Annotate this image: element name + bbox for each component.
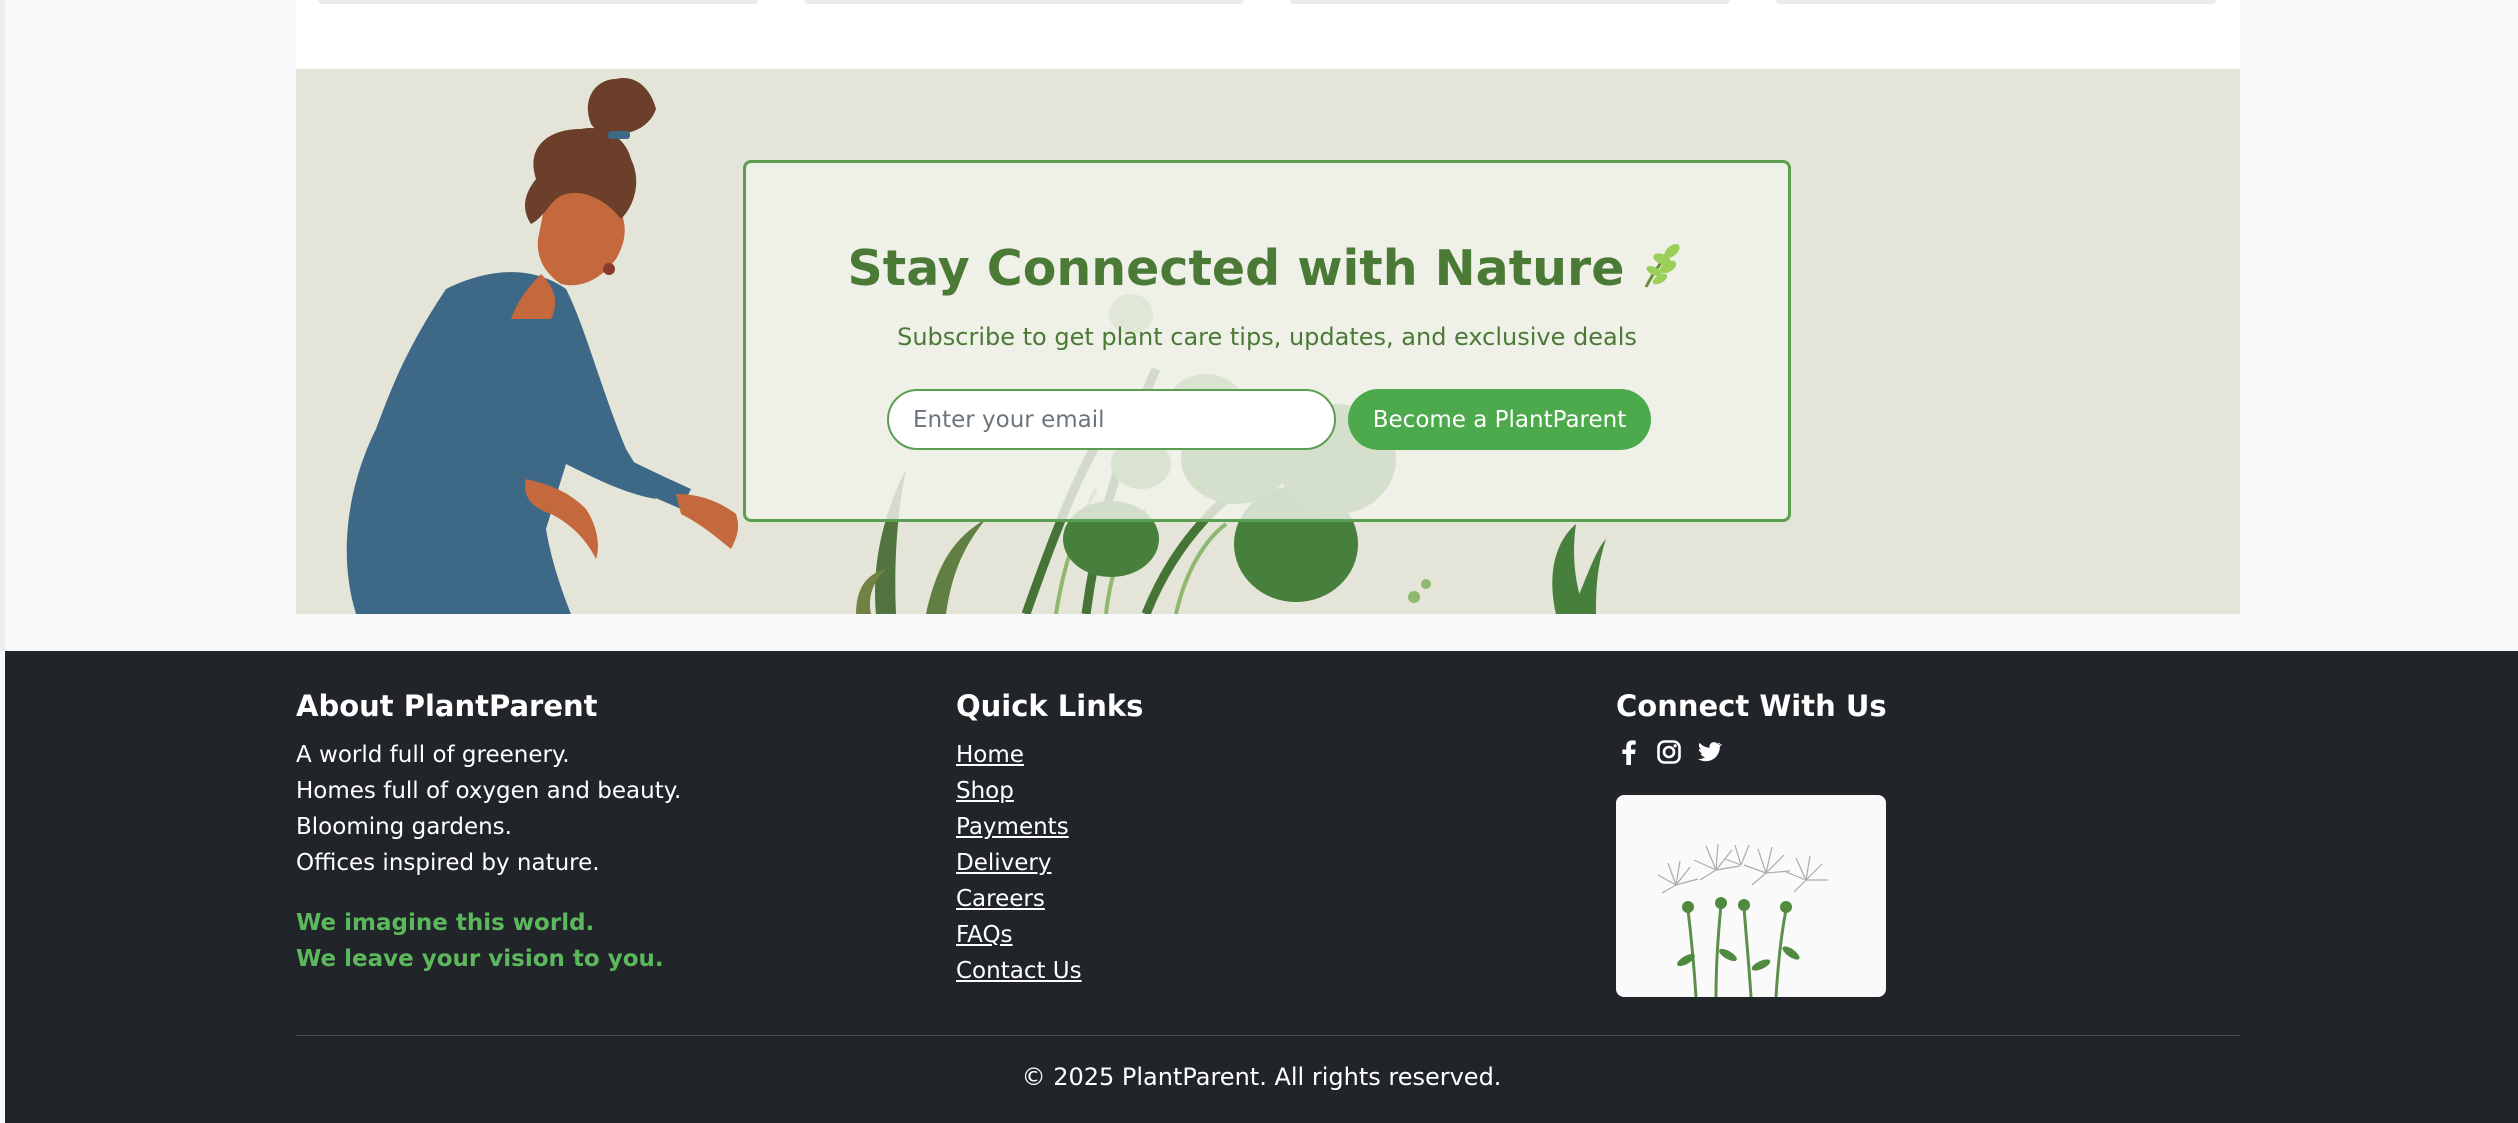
about-highlights: We imagine this world. We leave your vis…: [296, 905, 681, 977]
footer-link-careers[interactable]: Careers: [956, 881, 1143, 917]
footer-links-column: Quick Links Home Shop Payments Delivery …: [956, 689, 1143, 989]
copyright-text: © 2025 PlantParent. All rights reserved.: [1021, 1063, 1502, 1091]
highlight-line: We leave your vision to you.: [296, 946, 664, 972]
footer-about-column: About PlantParent A world full of greene…: [296, 689, 681, 977]
about-heading: About PlantParent: [296, 689, 598, 723]
footer-link-payments[interactable]: Payments: [956, 809, 1143, 845]
newsletter-title: Stay Connected with Nature: [746, 237, 1788, 297]
footer-link-faqs[interactable]: FAQs: [956, 917, 1143, 953]
footer-divider: [296, 1035, 2240, 1036]
newsletter-card: Stay Connected with Nature Subscribe to …: [743, 160, 1791, 522]
footer-plant-image: [1616, 795, 1886, 997]
quick-links-heading: Quick Links: [956, 689, 1144, 723]
about-line: Offices inspired by nature.: [296, 850, 600, 876]
social-links: [1616, 737, 1887, 767]
site-footer: About PlantParent A world full of greene…: [5, 651, 2518, 1123]
about-line: Blooming gardens.: [296, 814, 512, 840]
newsletter-title-text: Stay Connected with Nature: [847, 240, 1625, 297]
product-card[interactable]: [804, 0, 1244, 4]
leaf-icon: [1638, 237, 1686, 291]
highlight-line: We imagine this world.: [296, 910, 595, 936]
footer-link-home[interactable]: Home: [956, 737, 1143, 773]
product-card[interactable]: [1776, 0, 2216, 4]
woman-gardener-illustration: [346, 78, 739, 614]
connect-heading: Connect With Us: [1616, 689, 1887, 723]
page-edge: [0, 0, 5, 651]
footer-link-delivery[interactable]: Delivery: [956, 845, 1143, 881]
product-card-strip: [296, 0, 2240, 69]
footer-link-shop[interactable]: Shop: [956, 773, 1143, 809]
facebook-icon[interactable]: [1616, 739, 1642, 765]
instagram-icon[interactable]: [1656, 739, 1682, 765]
email-input[interactable]: [887, 389, 1336, 450]
newsletter-subtitle: Subscribe to get plant care tips, update…: [897, 323, 1637, 351]
footer-link-contact[interactable]: Contact Us: [956, 953, 1143, 989]
twitter-icon[interactable]: [1696, 739, 1722, 765]
about-line: A world full of greenery.: [296, 742, 570, 768]
subscribe-button[interactable]: Become a PlantParent: [1348, 389, 1651, 450]
product-card[interactable]: [318, 0, 758, 4]
footer-connect-column: Connect With Us: [1616, 689, 1887, 997]
product-card[interactable]: [1290, 0, 1730, 4]
newsletter-section: Stay Connected with Nature Subscribe to …: [296, 69, 2240, 614]
about-line: Homes full of oxygen and beauty.: [296, 778, 682, 804]
